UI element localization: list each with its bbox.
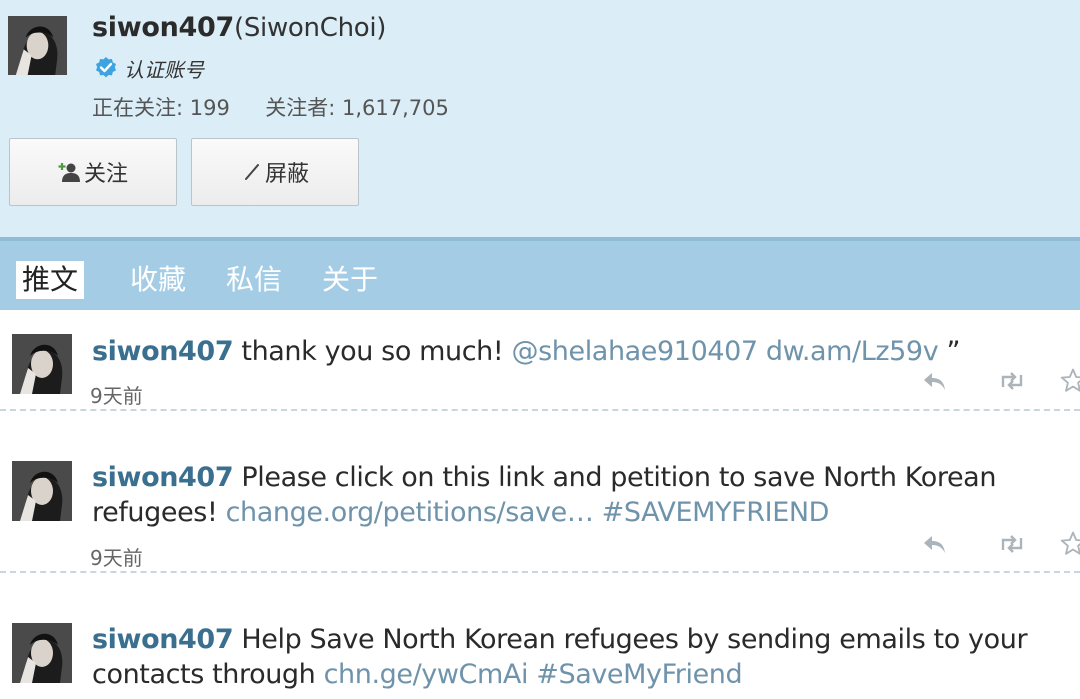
following-label: 正在关注:: [92, 96, 184, 120]
favorite-star-icon[interactable]: [1060, 368, 1080, 393]
reply-icon[interactable]: [922, 533, 948, 555]
retweet-icon[interactable]: [998, 371, 1026, 390]
add-user-icon: [58, 161, 82, 183]
retweet-icon[interactable]: [998, 534, 1026, 553]
profile-header: siwon407 (SiwonChoi) 认证账号 正在关注: 199 关注者:…: [0, 0, 1080, 237]
tweet-actions: [922, 531, 1080, 556]
favorite-star-icon[interactable]: [1060, 531, 1080, 556]
tweet-item: siwon407 Please click on this link and p…: [0, 411, 1080, 571]
followers-label: 关注者:: [265, 96, 336, 120]
verified-label: 认证账号: [124, 57, 204, 82]
tweet-body-continued: refugees!: [92, 497, 218, 528]
block-icon: [241, 161, 263, 183]
tweet-author[interactable]: siwon407: [92, 462, 234, 493]
tweet-text-line-1: siwon407 Please click on this link and p…: [92, 462, 996, 493]
tweet-body: Help Save North Korean refugees by sendi…: [241, 624, 1028, 655]
followers-count[interactable]: 1,617,705: [342, 96, 449, 120]
tweet-text: siwon407 thank you so much! @shelahae910…: [92, 336, 960, 367]
tweet-quote-mark: ”: [946, 336, 961, 367]
tab-direct-messages[interactable]: 私信: [220, 261, 288, 299]
verified-status: 认证账号: [94, 55, 204, 82]
block-button-label: 屏蔽: [264, 162, 309, 187]
follow-button-label: 关注: [83, 162, 128, 187]
tweet-item: siwon407 thank you so much! @shelahae910…: [0, 310, 1080, 410]
tweet-link[interactable]: chn.ge/ywCmAi #SaveMyFriend: [324, 659, 743, 690]
follow-button[interactable]: 关注: [9, 138, 177, 206]
profile-display-name: (SiwonChoi): [234, 13, 387, 43]
tweet-body: thank you so much!: [241, 336, 504, 367]
verified-icon: [96, 57, 116, 78]
tweet-body-continued: contacts through: [92, 659, 316, 690]
tweet-avatar[interactable]: [12, 461, 72, 521]
profile-tabs: 推文 收藏 私信 关于: [0, 237, 1080, 310]
avatar[interactable]: [8, 16, 67, 75]
block-button[interactable]: 屏蔽: [191, 138, 359, 206]
following-count[interactable]: 199: [190, 96, 230, 120]
tweet-timestamp[interactable]: 9天前: [90, 542, 143, 571]
profile-username: siwon407: [92, 12, 234, 43]
tweet-link[interactable]: @shelahae910407 dw.am/Lz59v: [512, 336, 939, 367]
tweet-author[interactable]: siwon407: [92, 624, 234, 655]
tweet-body: Please click on this link and petition t…: [241, 462, 997, 493]
tweet-text-line-2: contacts through chn.ge/ywCmAi #SaveMyFr…: [92, 659, 743, 690]
tweet-link[interactable]: change.org/petitions/save… #SAVEMYFRIEND: [226, 497, 830, 528]
tweet-avatar[interactable]: [12, 623, 72, 683]
tab-favorites[interactable]: 收藏: [124, 261, 192, 299]
tweet-text-line-2: refugees! change.org/petitions/save… #SA…: [92, 497, 829, 528]
profile-stats: 正在关注: 199 关注者: 1,617,705: [92, 92, 449, 122]
tweet-avatar[interactable]: [12, 334, 72, 394]
tab-about[interactable]: 关于: [316, 261, 384, 299]
tweet-actions: [922, 368, 1080, 393]
tab-tweets[interactable]: 推文: [16, 261, 85, 299]
tweet-item: siwon407 Help Save North Korean refugees…: [0, 573, 1080, 699]
tweet-author[interactable]: siwon407: [92, 336, 234, 367]
tweet-text-line-1: siwon407 Help Save North Korean refugees…: [92, 624, 1028, 655]
reply-icon[interactable]: [922, 370, 948, 392]
tweet-timestamp[interactable]: 9天前: [90, 380, 143, 409]
